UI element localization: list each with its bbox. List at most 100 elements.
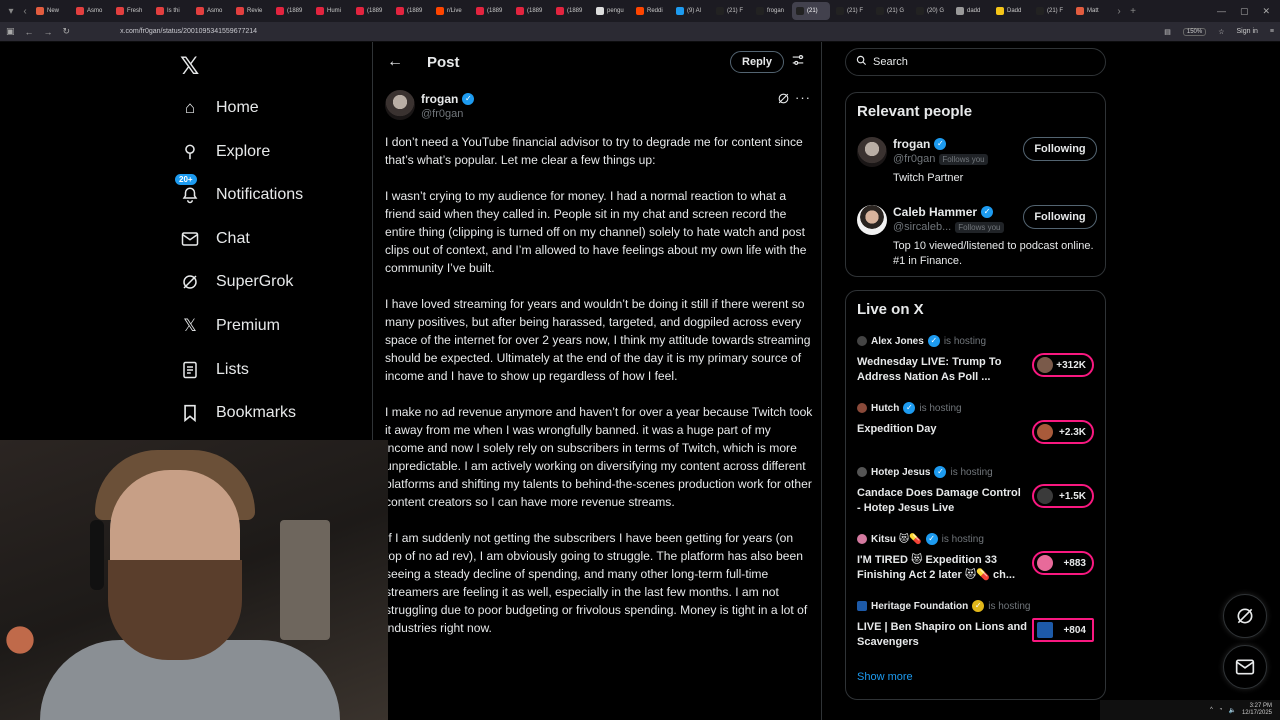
listener-count[interactable]: +312K bbox=[1032, 353, 1094, 377]
grok-icon[interactable] bbox=[777, 92, 790, 108]
browser-tab[interactable]: Humi bbox=[312, 2, 350, 20]
verified-badge-icon: ✓ bbox=[925, 533, 938, 545]
browser-tab[interactable]: (1889 bbox=[352, 2, 390, 20]
bookmark-icon bbox=[180, 403, 200, 423]
bookmark-star-icon[interactable]: ☆ bbox=[1218, 28, 1224, 36]
nav-supergrok[interactable]: SuperGrok bbox=[180, 272, 293, 292]
following-button[interactable]: Following bbox=[1023, 205, 1097, 229]
browser-tab[interactable]: Asmo bbox=[192, 2, 230, 20]
browser-tab[interactable]: (21) F bbox=[832, 2, 870, 20]
browser-tab[interactable]: pengu bbox=[592, 2, 630, 20]
address-field[interactable]: x.com/fr0gan/status/2001095341559677214 bbox=[120, 28, 257, 35]
listener-count[interactable]: +2.3K bbox=[1032, 420, 1094, 444]
tray-chevron-icon[interactable]: ^ bbox=[1210, 707, 1213, 713]
live-title[interactable]: I'M TIRED 😻 Expedition 33 Finishing Act … bbox=[857, 553, 1027, 583]
browser-tab[interactable]: Matt bbox=[1072, 2, 1110, 20]
host-avatar bbox=[857, 336, 867, 346]
browser-tab[interactable]: (1889 bbox=[472, 2, 510, 20]
browser-tab[interactable]: (21) F bbox=[1032, 2, 1070, 20]
reload-icon[interactable]: ↻ bbox=[63, 26, 71, 37]
avatar[interactable] bbox=[857, 137, 887, 167]
nav-home[interactable]: ⌂ Home bbox=[180, 98, 259, 118]
browser-tab[interactable]: Dadd bbox=[992, 2, 1030, 20]
x-logo[interactable]: 𝕏 bbox=[180, 52, 199, 81]
nav-explore[interactable]: ⚲ Explore bbox=[180, 142, 270, 162]
live-title[interactable]: Expedition Day bbox=[857, 422, 1027, 437]
tab-scroll-icon[interactable]: › bbox=[1112, 6, 1126, 17]
live-title[interactable]: Wednesday LIVE: Trump To Address Nation … bbox=[857, 355, 1027, 385]
sidebar-toggle-icon[interactable]: ▣ bbox=[6, 26, 15, 37]
nav-notifications[interactable]: 20+ Notifications bbox=[174, 173, 303, 205]
person-name-row[interactable]: frogan ✓ bbox=[893, 137, 947, 151]
browser-tab[interactable]: (21) bbox=[792, 2, 830, 20]
browser-tab[interactable]: (1889 bbox=[392, 2, 430, 20]
network-icon[interactable]: ◔ bbox=[1219, 707, 1223, 713]
zoom-level[interactable]: 150% bbox=[1182, 27, 1207, 36]
reply-button[interactable]: Reply bbox=[730, 51, 784, 73]
nav-bookmarks[interactable]: Bookmarks bbox=[180, 403, 296, 423]
live-item[interactable]: Hutch ✓ is hosting Expedition Day +2.3K bbox=[857, 402, 1097, 458]
author-handle[interactable]: @fr0gan bbox=[421, 108, 463, 120]
back-icon[interactable]: ← bbox=[25, 27, 34, 37]
live-item[interactable]: Hotep Jesus ✓ is hosting Candace Does Da… bbox=[857, 466, 1097, 522]
listener-count[interactable]: +804 bbox=[1032, 618, 1094, 642]
mail-icon bbox=[1235, 659, 1255, 675]
menu-icon[interactable]: ≡ bbox=[1270, 28, 1274, 35]
person-name: frogan bbox=[893, 137, 931, 151]
person-caleb-hammer[interactable]: Caleb Hammer ✓ @sircaleb... Follows you … bbox=[857, 205, 1097, 267]
volume-icon[interactable]: 🔈 bbox=[1228, 707, 1235, 714]
listener-count[interactable]: +1.5K bbox=[1032, 484, 1094, 508]
author-name-row[interactable]: frogan ✓ bbox=[421, 92, 475, 106]
avatar[interactable] bbox=[857, 205, 887, 235]
live-item[interactable]: Kitsu 😻💊 ✓ is hosting I'M TIRED 😻 Expedi… bbox=[857, 533, 1097, 589]
tab-favicon-icon bbox=[476, 7, 484, 15]
person-handle[interactable]: @sircaleb... bbox=[893, 221, 951, 233]
live-title[interactable]: Candace Does Damage Control - Hotep Jesu… bbox=[857, 486, 1027, 516]
browser-tab[interactable]: Is thi bbox=[152, 2, 190, 20]
search-input[interactable]: Search bbox=[845, 48, 1106, 76]
browser-tab[interactable]: (1889 bbox=[512, 2, 550, 20]
avatar[interactable] bbox=[385, 90, 415, 120]
grok-fab-button[interactable] bbox=[1223, 594, 1267, 638]
browser-tab[interactable]: (1889 bbox=[552, 2, 590, 20]
browser-tab[interactable]: frogan bbox=[752, 2, 790, 20]
new-tab-icon[interactable]: + bbox=[1126, 6, 1140, 17]
minimize-icon[interactable]: — bbox=[1217, 6, 1226, 17]
back-arrow-icon[interactable]: ← bbox=[387, 53, 403, 71]
maximize-icon[interactable]: ▢ bbox=[1240, 6, 1249, 17]
browser-tab[interactable]: (20) G bbox=[912, 2, 950, 20]
live-item[interactable]: Alex Jones ✓ is hosting Wednesday LIVE: … bbox=[857, 335, 1097, 391]
sign-in-button[interactable]: Sign in bbox=[1237, 28, 1258, 35]
nav-chat[interactable]: Chat bbox=[180, 229, 250, 249]
tab-back-icon[interactable]: ‹ bbox=[18, 6, 32, 17]
more-options-icon[interactable]: ··· bbox=[795, 90, 811, 105]
following-button[interactable]: Following bbox=[1023, 137, 1097, 161]
browser-tab[interactable]: Reddi bbox=[632, 2, 670, 20]
browser-tab[interactable]: Fresh bbox=[112, 2, 150, 20]
browser-tab[interactable]: New bbox=[32, 2, 70, 20]
browser-tab[interactable]: (9) Al bbox=[672, 2, 710, 20]
show-more-link[interactable]: Show more bbox=[857, 671, 913, 683]
nav-lists[interactable]: Lists bbox=[180, 360, 249, 380]
browser-tab[interactable]: (21) F bbox=[712, 2, 750, 20]
browser-tab[interactable]: (21) G bbox=[872, 2, 910, 20]
reader-icon[interactable]: ▤ bbox=[1164, 28, 1171, 36]
live-item[interactable]: Heritage Foundation ✓ is hosting LIVE | … bbox=[857, 600, 1097, 656]
person-name-row[interactable]: Caleb Hammer ✓ bbox=[893, 205, 994, 219]
close-icon[interactable]: ✕ bbox=[1262, 6, 1270, 17]
browser-tab[interactable]: r/Live bbox=[432, 2, 470, 20]
messages-fab-button[interactable] bbox=[1223, 645, 1267, 689]
tab-list-icon[interactable]: ▾ bbox=[4, 6, 18, 17]
nav-premium[interactable]: 𝕏 Premium bbox=[180, 316, 280, 336]
live-title[interactable]: LIVE | Ben Shapiro on Lions and Scavenge… bbox=[857, 620, 1027, 650]
person-handle[interactable]: @fr0gan bbox=[893, 153, 935, 165]
browser-tab[interactable]: (1889 bbox=[272, 2, 310, 20]
person-frogan[interactable]: frogan ✓ @fr0gan Follows you Twitch Part… bbox=[857, 137, 1097, 197]
browser-tab[interactable]: Asmo bbox=[72, 2, 110, 20]
settings-sliders-icon[interactable] bbox=[791, 53, 805, 70]
browser-tab[interactable]: Revie bbox=[232, 2, 270, 20]
browser-tab[interactable]: dadd bbox=[952, 2, 990, 20]
tray-clock[interactable]: 3:27 PM 12/17/2025 bbox=[1242, 703, 1272, 717]
listener-count[interactable]: +883 bbox=[1032, 551, 1094, 575]
forward-icon[interactable]: → bbox=[44, 27, 53, 37]
